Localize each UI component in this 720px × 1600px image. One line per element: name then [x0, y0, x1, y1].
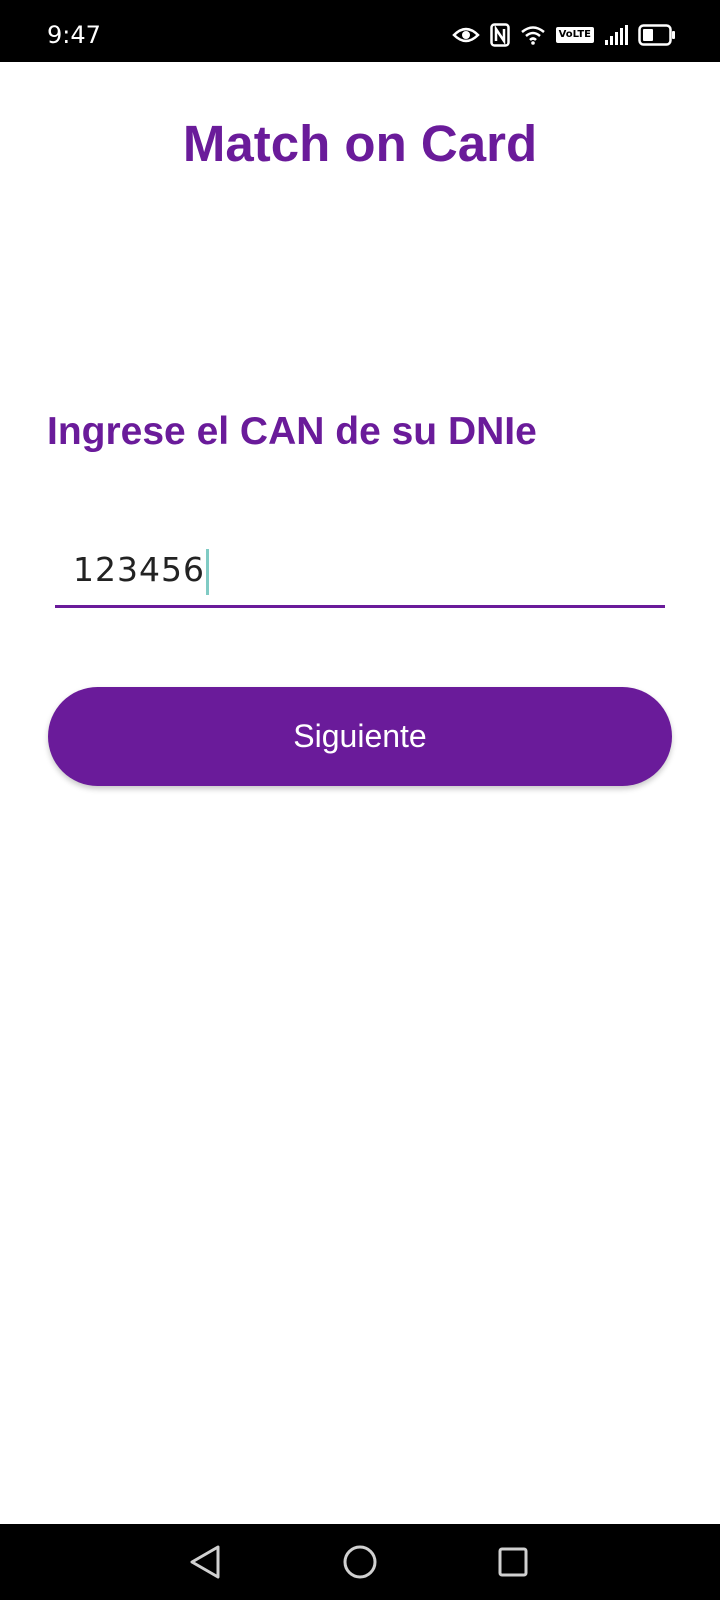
status-icons: VoLTE — [451, 20, 676, 50]
signal-icon — [604, 25, 628, 45]
can-input-text: 123456 — [73, 550, 205, 589]
next-button[interactable]: Siguiente — [48, 687, 672, 786]
nfc-icon — [489, 23, 510, 47]
volte-icon: VoLTE — [555, 27, 594, 43]
back-icon[interactable] — [175, 1524, 235, 1600]
can-input[interactable]: 123456 — [55, 540, 665, 608]
status-bar: 9:47 VoLTE — [0, 0, 720, 62]
home-icon[interactable] — [330, 1524, 390, 1600]
page-title: Match on Card — [182, 115, 538, 172]
wifi-icon — [520, 24, 546, 46]
recents-icon[interactable] — [483, 1524, 543, 1600]
volte-label: VoLTE — [555, 27, 594, 43]
status-time: 9:47 — [47, 21, 101, 49]
text-caret — [205, 548, 209, 595]
battery-icon — [638, 24, 676, 46]
can-input-value: 123456 — [73, 540, 209, 600]
navigation-bar — [0, 1524, 720, 1600]
eye-icon — [451, 26, 480, 44]
can-prompt-label: Ingrese el CAN de su DNIe — [47, 410, 537, 453]
